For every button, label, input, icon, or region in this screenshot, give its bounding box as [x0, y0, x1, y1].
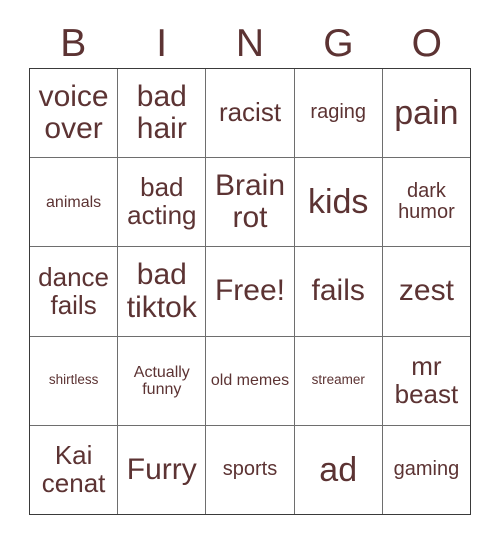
bingo-header-letter-i: I [156, 21, 168, 65]
bingo-cell-label: bad acting [127, 172, 197, 231]
bingo-cell-label: gaming [393, 458, 460, 481]
bingo-cell-label: fails [311, 274, 365, 308]
bingo-cell-b5[interactable]: Kai cenat [30, 425, 119, 515]
bingo-cell-label: voice over [38, 80, 109, 146]
bingo-header-row: B I N G O [29, 18, 471, 68]
bingo-row: animals bad acting Brain rot kids dark h… [30, 158, 471, 248]
bingo-cell-o4[interactable]: mr beast [382, 336, 471, 425]
bingo-cell-g1[interactable]: raging [294, 69, 383, 158]
bingo-cell-o5[interactable]: gaming [382, 425, 471, 515]
bingo-grid: voice over bad hair racist raging pain a… [29, 68, 471, 515]
bingo-cell-label: animals [46, 193, 102, 211]
bingo-cell-label: ad [319, 450, 358, 489]
bingo-cell-o1[interactable]: pain [382, 69, 471, 158]
bingo-cell-i2[interactable]: bad acting [118, 158, 207, 247]
bingo-cell-g2[interactable]: kids [294, 158, 383, 247]
bingo-cell-o3[interactable]: zest [382, 247, 471, 336]
bingo-cell-label: pain [394, 93, 459, 132]
bingo-cell-b2[interactable]: animals [30, 158, 119, 247]
bingo-row: shirtless Actually funny old memes strea… [30, 336, 471, 426]
bingo-cell-label: bad hair [136, 80, 187, 146]
bingo-cell-label: streamer [311, 372, 365, 388]
bingo-cell-label: shirtless [48, 372, 99, 388]
bingo-cell-label: Furry [126, 452, 197, 486]
bingo-cell-i4[interactable]: Actually funny [118, 336, 207, 425]
bingo-cell-b3[interactable]: dance fails [30, 247, 119, 336]
bingo-cell-b1[interactable]: voice over [30, 69, 119, 158]
bingo-cell-label: zest [398, 274, 454, 308]
bingo-row: voice over bad hair racist raging pain [30, 69, 471, 159]
bingo-cell-n1[interactable]: racist [206, 69, 295, 158]
bingo-card: B I N G O voice over bad hair racist rag… [0, 0, 500, 544]
bingo-cell-label: mr beast [394, 350, 459, 409]
bingo-cell-label: Kai cenat [41, 440, 106, 498]
bingo-cell-label: Brain rot [214, 169, 286, 235]
bingo-cell-i1[interactable]: bad hair [118, 69, 207, 158]
bingo-cell-i5[interactable]: Furry [118, 425, 207, 515]
bingo-cell-label: raging [310, 101, 367, 124]
bingo-cell-g4[interactable]: streamer [294, 336, 383, 425]
bingo-cell-i3[interactable]: bad tiktok [118, 247, 207, 336]
bingo-header-letter-o: O [411, 21, 442, 65]
bingo-row: dance fails bad tiktok Free! fails zest [30, 247, 471, 337]
bingo-cell-g3[interactable]: fails [294, 247, 383, 336]
bingo-cell-label: bad tiktok [126, 258, 197, 324]
bingo-cell-n5[interactable]: sports [206, 425, 295, 515]
bingo-cell-label: sports [222, 458, 278, 481]
bingo-cell-label: racist [218, 97, 282, 128]
bingo-cell-label: Free! [214, 274, 286, 308]
bingo-cell-label: dance fails [38, 261, 110, 320]
bingo-cell-b4[interactable]: shirtless [30, 336, 119, 425]
bingo-cell-label: dark humor [398, 179, 455, 224]
bingo-cell-label: Actually funny [133, 363, 190, 398]
bingo-cell-o2[interactable]: dark humor [382, 158, 471, 247]
bingo-cell-g5[interactable]: ad [294, 425, 383, 515]
bingo-cell-n2[interactable]: Brain rot [206, 158, 295, 247]
bingo-cell-label: kids [307, 183, 369, 222]
bingo-cell-free[interactable]: Free! [206, 247, 295, 336]
bingo-header-letter-g: G [323, 21, 354, 65]
bingo-row: Kai cenat Furry sports ad gaming [30, 425, 471, 515]
bingo-header-letter-n: N [235, 21, 265, 65]
bingo-cell-label: old memes [210, 372, 290, 390]
bingo-header-letter-b: B [60, 21, 87, 65]
bingo-cell-n4[interactable]: old memes [206, 336, 295, 425]
